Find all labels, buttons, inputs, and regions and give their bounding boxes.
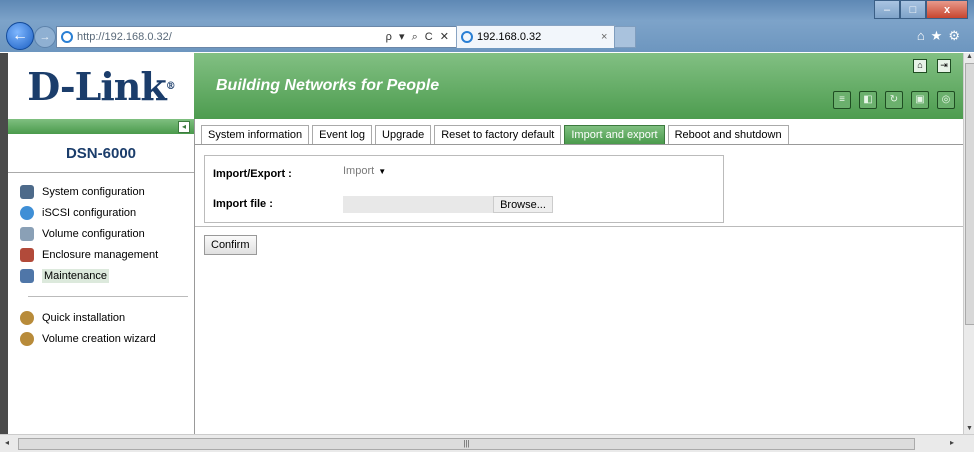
browser-chrome: – □ x ← → http://192.168.0.32/ ρ ▾ ⌕ C ✕… (0, 0, 974, 52)
address-url[interactable]: http://192.168.0.32/ (77, 31, 386, 43)
computer-icon (20, 184, 34, 199)
browser-tab[interactable]: 192.168.0.32 × (456, 25, 616, 48)
vertical-scrollbar[interactable]: ▲ ▼ (963, 53, 974, 434)
enclosure-icon (20, 247, 34, 262)
close-window-button[interactable]: x (926, 0, 968, 19)
tab-import-and-export[interactable]: Import and export (564, 125, 665, 144)
network-icon[interactable]: ◧ (859, 91, 877, 109)
scroll-down-icon[interactable]: ▼ (964, 425, 974, 434)
ie-page-icon (61, 31, 73, 43)
sidebar-titlebar: ◂ (8, 119, 194, 134)
import-export-value: Import (343, 165, 375, 177)
logout-icon[interactable]: ⇥ (937, 59, 951, 73)
slogan: Building Networks for People (216, 77, 440, 94)
browse-button[interactable]: Browse... (493, 196, 553, 213)
horizontal-scroll-thumb[interactable]: ||| (18, 438, 915, 450)
sidebar-item-iscsi-configuration[interactable]: iSCSI configuration (20, 202, 194, 223)
maximize-button[interactable]: □ (900, 0, 926, 19)
tab-title: 192.168.0.32 (477, 31, 542, 43)
sidebar-item-label: Quick installation (42, 311, 126, 324)
sidebar-item-label: Volume configuration (42, 227, 145, 240)
confirm-button[interactable]: Confirm (204, 235, 257, 255)
sidebar-menu: System configuration iSCSI configuration… (8, 173, 194, 349)
tab-bar: System information Event log Upgrade Res… (195, 119, 963, 145)
address-controls[interactable]: ρ ▾ ⌕ C ✕ (386, 30, 457, 44)
header-tools: ≡ ◧ ↻ ▣ ◎ (833, 91, 955, 109)
sidebar-item-label: Maintenance (42, 268, 109, 283)
maintenance-icon (20, 268, 34, 283)
sidebar: ◂ DSN-6000 System configuration iSCSI co… (8, 119, 195, 434)
wizard-icon (20, 331, 34, 346)
forward-button[interactable]: → (34, 26, 56, 48)
import-file-label: Import file : (213, 198, 273, 210)
sidebar-item-enclosure-management[interactable]: Enclosure management (20, 244, 194, 265)
horizontal-scrollbar[interactable]: ◂ ||| ▸ (0, 434, 974, 452)
tab-upgrade[interactable]: Upgrade (375, 125, 432, 144)
disk-stack-icon[interactable]: ≡ (833, 91, 851, 109)
import-file-input[interactable] (343, 196, 493, 213)
chevron-down-icon: ▼ (378, 167, 387, 176)
sidebar-item-label: System configuration (42, 185, 145, 198)
tab-close-icon[interactable]: × (601, 31, 615, 43)
quick-install-icon (20, 310, 34, 325)
iscsi-icon (20, 205, 34, 220)
address-bar[interactable]: http://192.168.0.32/ ρ ▾ ⌕ C ✕ (56, 26, 458, 48)
model-name: DSN-6000 (8, 134, 194, 173)
tab-reboot-and-shutdown[interactable]: Reboot and shutdown (667, 125, 789, 144)
main-content: System information Event log Upgrade Res… (195, 119, 963, 434)
save-icon[interactable]: ▣ (911, 91, 929, 109)
scroll-right-icon[interactable]: ▸ (950, 438, 954, 447)
scroll-left-icon[interactable]: ◂ (5, 438, 9, 447)
import-export-label: Import/Export : (213, 168, 292, 180)
vertical-scroll-thumb[interactable] (965, 63, 974, 325)
form-divider (195, 226, 963, 227)
collapse-icon[interactable]: ◂ (178, 121, 190, 133)
registered-mark: ® (165, 80, 176, 92)
header: D-Link ® Building Networks for People ⌂ ⇥… (8, 53, 963, 119)
window-left-edge (0, 53, 8, 434)
tab-event-log[interactable]: Event log (312, 125, 373, 144)
back-button[interactable]: ← (6, 22, 34, 50)
sidebar-item-volume-configuration[interactable]: Volume configuration (20, 223, 194, 244)
tab-favicon-icon (461, 31, 473, 43)
import-export-select[interactable]: Import ▼ (343, 165, 386, 177)
home-icon[interactable]: ⌂ (913, 59, 927, 73)
page-content: D-Link ® Building Networks for People ⌂ ⇥… (8, 53, 963, 434)
header-top-icons: ⌂ ⇥ (913, 59, 951, 73)
tab-system-information[interactable]: System information (201, 125, 310, 144)
import-export-form: Import/Export : Import ▼ Import file : Br… (204, 155, 724, 223)
dlink-logo: D-Link ® (8, 53, 194, 119)
sidebar-item-label: Volume creation wizard (42, 332, 156, 345)
sidebar-divider (28, 296, 188, 297)
home-favorites-settings-icons[interactable]: ⌂★⚙ (917, 28, 966, 44)
sidebar-item-maintenance[interactable]: Maintenance (20, 265, 194, 286)
refresh-icon[interactable]: ↻ (885, 91, 903, 109)
new-tab-button[interactable] (614, 26, 636, 48)
minimize-button[interactable]: – (874, 0, 900, 19)
sidebar-item-label: iSCSI configuration (42, 206, 137, 219)
sidebar-item-system-configuration[interactable]: System configuration (20, 181, 194, 202)
banner: Building Networks for People ⌂ ⇥ ≡ ◧ ↻ ▣… (194, 53, 963, 119)
sidebar-item-label: Enclosure management (42, 248, 159, 261)
sidebar-item-quick-installation[interactable]: Quick installation (20, 307, 194, 328)
monitor-icon[interactable]: ◎ (937, 91, 955, 109)
window-controls: – □ x (874, 0, 968, 19)
tab-reset-to-factory-default[interactable]: Reset to factory default (434, 125, 562, 144)
sidebar-item-volume-creation-wizard[interactable]: Volume creation wizard (20, 328, 194, 349)
volume-icon (20, 226, 34, 241)
logo-text: D-Link (27, 63, 167, 109)
scroll-up-icon[interactable]: ▲ (964, 53, 974, 62)
